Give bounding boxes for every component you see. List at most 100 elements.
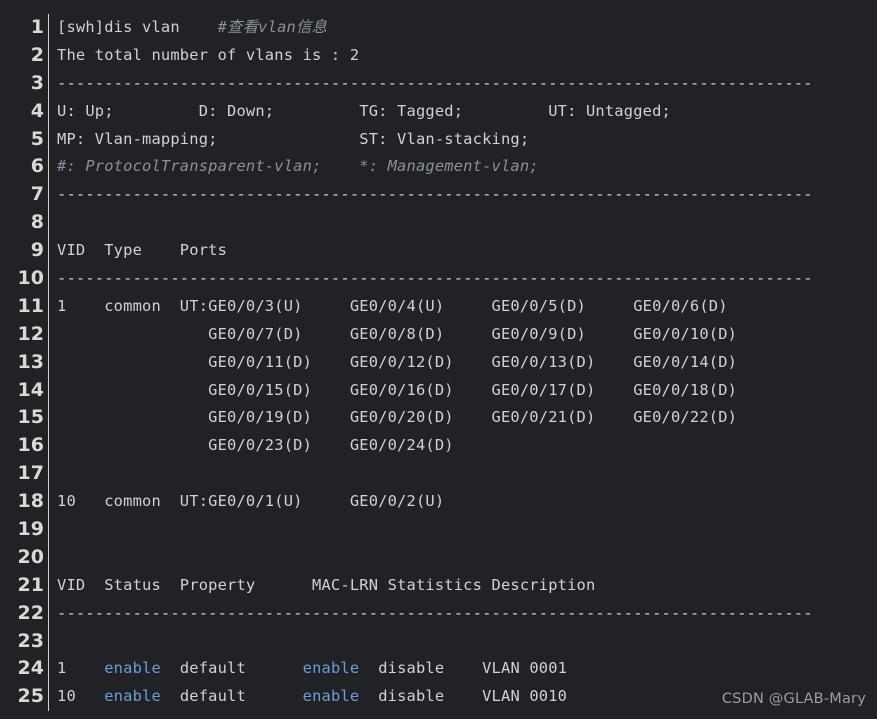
gutter-divider xyxy=(44,599,53,628)
code-token-plain: MP: Vlan-mapping; ST: Vlan-stacking; xyxy=(57,129,530,148)
gutter-divider xyxy=(44,125,53,154)
line-number: 4 xyxy=(30,99,44,122)
line-number: 13 xyxy=(17,350,44,373)
code-line[interactable]: 1 [swh]dis vlan #查看vlan信息 xyxy=(0,14,877,42)
gutter-divider xyxy=(44,543,53,572)
code-token-comment: #查看vlan信息 xyxy=(217,18,328,36)
gutter-divider xyxy=(44,404,53,433)
gutter-divider xyxy=(44,460,53,489)
line-number: 20 xyxy=(17,545,44,568)
code-line[interactable]: 13 GE0/0/11(D) GE0/0/12(D) GE0/0/13(D) G… xyxy=(0,348,877,377)
watermark-label: CSDN @GLAB-Mary xyxy=(721,691,866,707)
code-line[interactable]: 22 --------------------------------------… xyxy=(0,599,877,628)
code-line[interactable]: 19 xyxy=(0,516,877,544)
code-line[interactable]: 6 #: ProtocolTransparent-vlan; *: Managem… xyxy=(0,153,877,182)
code-line-content[interactable]: 1 enable default enable disable VLAN 000… xyxy=(53,655,877,683)
code-line[interactable]: 24 1 enable default enable disable VLAN 0… xyxy=(0,655,877,684)
code-line[interactable]: 3 ---------------------------------------… xyxy=(0,69,877,98)
gutter-divider xyxy=(44,237,53,265)
code-line-content[interactable]: ----------------------------------------… xyxy=(53,181,877,209)
code-line-content[interactable]: ----------------------------------------… xyxy=(53,600,877,628)
code-line-content[interactable]: GE0/0/7(D) GE0/0/8(D) GE0/0/9(D) GE0/0/1… xyxy=(53,321,877,349)
code-token-plain: GE0/0/23(D) GE0/0/24(D) xyxy=(57,436,454,455)
code-line[interactable]: 23 xyxy=(0,627,877,656)
code-line-content[interactable]: GE0/0/15(D) GE0/0/16(D) GE0/0/17(D) GE0/… xyxy=(53,377,877,405)
code-block: 1 [swh]dis vlan #查看vlan信息 2 The total numbe… xyxy=(0,0,877,719)
line-number: 6 xyxy=(30,155,44,178)
code-token-blue: enable xyxy=(302,687,360,706)
code-line[interactable]: 18 10 common UT:GE0/0/1(U) GE0/0/2(U) xyxy=(0,488,877,516)
gutter-divider xyxy=(44,432,53,461)
code-line[interactable]: 20 xyxy=(0,543,877,572)
gutter-divider xyxy=(44,320,53,349)
gutter-divider xyxy=(44,265,53,293)
code-line-content[interactable]: [swh]dis vlan #查看vlan信息 xyxy=(53,14,877,42)
code-line-content[interactable]: ----------------------------------------… xyxy=(53,265,877,293)
line-number: 23 xyxy=(17,629,44,652)
gutter-divider xyxy=(44,516,53,544)
code-line[interactable]: 5 MP: Vlan-mapping; ST: Vlan-stacking; xyxy=(0,125,877,154)
code-line-content[interactable]: GE0/0/11(D) GE0/0/12(D) GE0/0/13(D) GE0/… xyxy=(53,349,877,377)
line-number: 17 xyxy=(17,462,44,485)
code-line[interactable]: 21 VID Status Property MAC-LRN Statistics… xyxy=(0,571,877,600)
code-line-content[interactable]: U: Up; D: Down; TG: Tagged; UT: Untagged… xyxy=(53,98,877,126)
gutter-divider xyxy=(44,181,53,210)
code-token-plain: GE0/0/19(D) GE0/0/20(D) GE0/0/21(D) GE0/… xyxy=(57,408,738,427)
code-line[interactable]: 9 VID Type Ports xyxy=(0,237,877,265)
code-token-plain: 10 common UT:GE0/0/1(U) GE0/0/2(U) xyxy=(57,492,445,511)
code-token-dash: ----------------------------------------… xyxy=(57,603,813,622)
code-token-plain: GE0/0/11(D) GE0/0/12(D) GE0/0/13(D) GE0/… xyxy=(57,352,738,371)
code-line-content[interactable]: VID Status Property MAC-LRN Statistics D… xyxy=(53,572,877,600)
code-token-blue: enable xyxy=(104,687,161,706)
code-line-content[interactable]: 1 common UT:GE0/0/3(U) GE0/0/4(U) GE0/0/… xyxy=(53,293,877,321)
code-token-plain: U: Up; D: Down; TG: Tagged; UT: Untagged… xyxy=(57,101,671,120)
line-number: 22 xyxy=(17,601,44,624)
code-line[interactable]: 12 GE0/0/7(D) GE0/0/8(D) GE0/0/9(D) GE0/… xyxy=(0,320,877,349)
code-token-plain: VID Type Ports xyxy=(57,241,228,260)
code-line[interactable]: 17 xyxy=(0,460,877,489)
code-token-plain: 1 common UT:GE0/0/3(U) GE0/0/4(U) GE0/0/… xyxy=(57,296,728,315)
code-line-content[interactable]: #: ProtocolTransparent-vlan; *: Manageme… xyxy=(53,153,877,181)
code-line-content[interactable]: VID Type Ports xyxy=(53,237,877,265)
line-number: 24 xyxy=(17,657,44,680)
code-token-comment: #: ProtocolTransparent-vlan; *: Manageme… xyxy=(57,157,539,176)
line-number: 1 xyxy=(30,16,44,38)
code-token-plain: VID Status Property MAC-LRN Statistics D… xyxy=(57,575,596,594)
gutter-divider xyxy=(44,69,53,98)
code-token-dash: ----------------------------------------… xyxy=(57,185,813,204)
code-token-plain: [swh]dis vlan xyxy=(57,18,218,36)
line-number: 25 xyxy=(17,685,44,708)
code-line[interactable]: 14 GE0/0/15(D) GE0/0/16(D) GE0/0/17(D) G… xyxy=(0,376,877,405)
line-number: 15 xyxy=(17,406,44,429)
code-token-blue: enable xyxy=(302,659,360,678)
code-line-content[interactable]: ----------------------------------------… xyxy=(53,70,877,98)
code-line-content[interactable]: 10 common UT:GE0/0/1(U) GE0/0/2(U) xyxy=(53,488,877,516)
line-number: 10 xyxy=(17,267,44,290)
code-line-content[interactable]: GE0/0/19(D) GE0/0/20(D) GE0/0/21(D) GE0/… xyxy=(53,404,877,432)
gutter-divider xyxy=(44,627,53,656)
gutter-divider xyxy=(44,14,53,42)
code-line[interactable]: 4 U: Up; D: Down; TG: Tagged; UT: Untagge… xyxy=(0,97,877,126)
code-line[interactable]: 11 1 common UT:GE0/0/3(U) GE0/0/4(U) GE0/… xyxy=(0,292,877,321)
code-token-plain: The total number of vlans is : 2 xyxy=(57,45,360,64)
code-line[interactable]: 15 GE0/0/19(D) GE0/0/20(D) GE0/0/21(D) G… xyxy=(0,404,877,433)
code-token-plain: default xyxy=(160,687,303,706)
code-line[interactable]: 8 xyxy=(0,209,877,238)
code-line-content[interactable]: The total number of vlans is : 2 xyxy=(53,42,877,70)
code-line-content[interactable]: MP: Vlan-mapping; ST: Vlan-stacking; xyxy=(53,126,877,154)
gutter-divider xyxy=(44,683,53,712)
gutter-divider xyxy=(44,488,53,516)
line-number: 16 xyxy=(17,434,44,457)
line-number: 14 xyxy=(17,378,44,401)
code-line-content[interactable]: GE0/0/23(D) GE0/0/24(D) xyxy=(53,432,877,460)
line-number: 8 xyxy=(30,211,44,234)
code-token-plain: default xyxy=(160,659,303,678)
code-line[interactable]: 7 ---------------------------------------… xyxy=(0,181,877,210)
code-line[interactable]: 16 GE0/0/23(D) GE0/0/24(D) xyxy=(0,432,877,461)
code-line[interactable]: 2 The total number of vlans is : 2 xyxy=(0,41,877,70)
code-line[interactable]: 10 --------------------------------------… xyxy=(0,265,877,293)
code-token-dash: ----------------------------------------… xyxy=(57,73,813,92)
gutter-divider xyxy=(44,655,53,684)
code-lines-container[interactable]: 1 [swh]dis vlan #查看vlan信息 2 The total numbe… xyxy=(0,14,877,712)
code-token-plain: disable VLAN 0001 xyxy=(359,659,568,678)
